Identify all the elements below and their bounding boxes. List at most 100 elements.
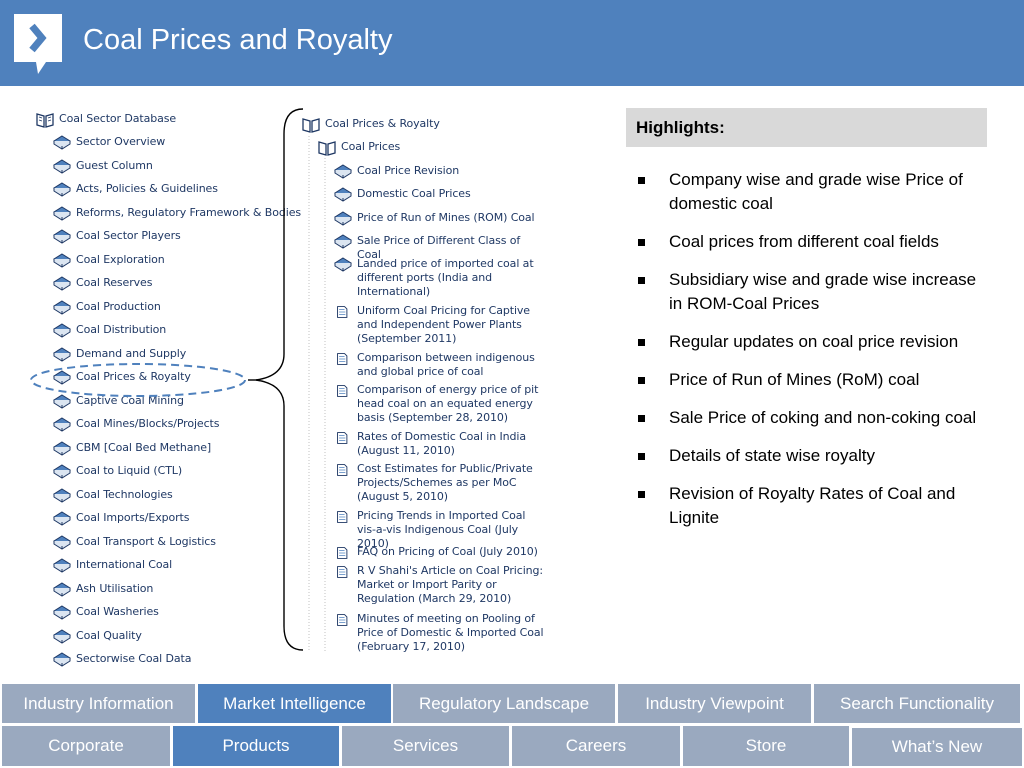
- right-tree-doc-label: Uniform Coal Pricing for Captive and Ind…: [357, 304, 530, 345]
- highlight-item: Revision of Royalty Rates of Coal and Li…: [636, 482, 986, 530]
- right-tree-coal-prices[interactable]: Coal Prices: [318, 140, 400, 160]
- tree-item-label: Coal Exploration: [76, 252, 165, 266]
- right-tree-doc-label: Comparison of energy price of pit head c…: [357, 383, 539, 424]
- right-tree-doc-label: Cost Estimates for Public/Private Projec…: [357, 462, 533, 503]
- book-icon: [53, 511, 71, 526]
- square-bullet-icon: [638, 239, 645, 246]
- right-tree-doc-9[interactable]: Minutes of meeting on Pooling of Price o…: [334, 612, 547, 654]
- tree-item-coal-reserves[interactable]: Coal Reserves: [53, 276, 152, 296]
- tree-item-label: Coal Washeries: [76, 605, 159, 618]
- tree-root-label: Coal Sector Database: [59, 112, 177, 125]
- tree-item-coal-washeries[interactable]: Coal Washeries: [53, 605, 159, 625]
- highlight-text: Company wise and grade wise Price of dom…: [669, 170, 963, 213]
- open-book-icon: [302, 118, 320, 133]
- highlight-item: Sale Price of coking and non-coking coal: [636, 406, 986, 430]
- nav-tab-careers[interactable]: Careers: [512, 726, 680, 766]
- tree-item-coal-quality[interactable]: Coal Quality: [53, 629, 142, 649]
- tree-item-label: Coal Reserves: [76, 276, 153, 289]
- open-book-icon: [36, 113, 54, 128]
- right-tree-item-label: Domestic Coal Prices: [357, 187, 471, 200]
- tree-item-ash-utilisation[interactable]: Ash Utilisation: [53, 582, 153, 602]
- book-icon: [53, 182, 71, 197]
- right-tree-item-coal-price-revision[interactable]: Coal Price Revision: [334, 164, 547, 180]
- tree-item-acts-policies-guidelines[interactable]: Acts, Policies & Guidelines: [53, 182, 218, 202]
- nav-tab-store[interactable]: Store: [683, 726, 849, 766]
- nav-tab-regulatory-landscape[interactable]: Regulatory Landscape: [393, 684, 615, 723]
- square-bullet-icon: [638, 277, 645, 284]
- right-tree-doc-7[interactable]: FAQ on Pricing of Coal (July 2010): [334, 545, 547, 561]
- book-icon: [334, 234, 352, 249]
- tree-item-coal-mines-blocks-projects[interactable]: Coal Mines/Blocks/Projects: [53, 417, 219, 437]
- square-bullet-icon: [638, 415, 645, 422]
- nav-tab-market-intelligence[interactable]: Market Intelligence: [198, 684, 391, 723]
- nav-tab-industry-viewpoint[interactable]: Industry Viewpoint: [618, 684, 811, 723]
- book-icon: [53, 229, 71, 244]
- book-icon: [53, 487, 71, 503]
- right-tree-doc-label: Comparison between indigenous and global…: [357, 351, 535, 378]
- book-icon: [53, 417, 71, 432]
- book-icon: [53, 581, 71, 597]
- right-tree-doc-label: FAQ on Pricing of Coal (July 2010): [357, 545, 538, 558]
- nav-tab-products[interactable]: Products: [173, 726, 339, 766]
- book-icon: [53, 276, 71, 291]
- book-icon: [53, 299, 71, 315]
- right-tree-doc-3[interactable]: Comparison of energy price of pit head c…: [334, 383, 547, 425]
- page-title: Coal Prices and Royalty: [83, 24, 393, 56]
- book-icon: [334, 164, 352, 179]
- book-icon: [53, 252, 71, 268]
- right-tree-item-price-of-run-of-mines-rom-coal[interactable]: Price of Run of Mines (ROM) Coal: [334, 211, 547, 227]
- highlight-text: Details of state wise royalty: [669, 446, 875, 465]
- tree-item-coal-production[interactable]: Coal Production: [53, 300, 161, 320]
- nav-tab-corporate[interactable]: Corporate: [2, 726, 170, 766]
- highlight-text: Price of Run of Mines (RoM) coal: [669, 370, 920, 389]
- right-tree-doc-label: R V Shahi's Article on Coal Pricing: Mar…: [357, 564, 544, 605]
- tree-item-guest-column[interactable]: Guest Column: [53, 159, 153, 179]
- right-tree-item-landed-price-of-imported-coal-at-different-ports-india-and-international[interactable]: Landed price of imported coal at differe…: [334, 257, 547, 299]
- tree-item-label: Coal Imports/Exports: [76, 511, 190, 524]
- tree-item-label: Ash Utilisation: [76, 581, 154, 595]
- nav-tab-search-functionality[interactable]: Search Functionality: [814, 684, 1020, 723]
- open-book-icon: [318, 141, 336, 156]
- tree-item-coal-distribution[interactable]: Coal Distribution: [53, 323, 166, 343]
- highlight-text: Revision of Royalty Rates of Coal and Li…: [669, 484, 956, 527]
- book-icon: [53, 558, 71, 573]
- tree-item-international-coal[interactable]: International Coal: [53, 558, 172, 578]
- tree-item-label: Coal Transport & Logistics: [76, 534, 216, 548]
- right-tree-item-domestic-coal-prices[interactable]: Domestic Coal Prices: [334, 187, 547, 203]
- right-tree-item-label: Coal Price Revision: [357, 164, 460, 177]
- tree-item-coal-imports-exports[interactable]: Coal Imports/Exports: [53, 511, 189, 531]
- book-icon: [53, 605, 71, 620]
- tree-item-cbm-coal-bed-methane[interactable]: CBM [Coal Bed Methane]: [53, 441, 211, 461]
- tree-item-sector-overview[interactable]: Sector Overview: [53, 135, 165, 155]
- tree-item-coal-technologies[interactable]: Coal Technologies: [53, 488, 173, 508]
- book-icon: [53, 534, 71, 550]
- nav-tab-what-s-new[interactable]: What’s New: [852, 728, 1022, 766]
- square-bullet-icon: [638, 491, 645, 498]
- document-icon: [337, 464, 348, 476]
- nav-tab-services[interactable]: Services: [342, 726, 509, 766]
- tree-item-coal-transport-logistics[interactable]: Coal Transport & Logistics: [53, 535, 216, 555]
- book-icon: [334, 211, 352, 226]
- tree-item-coal-sector-players[interactable]: Coal Sector Players: [53, 229, 181, 249]
- right-tree-doc-2[interactable]: Comparison between indigenous and global…: [334, 351, 547, 379]
- right-tree-root[interactable]: Coal Prices & Royalty: [302, 117, 440, 137]
- tree-item-sectorwise-coal-data[interactable]: Sectorwise Coal Data: [53, 652, 191, 672]
- tree-item-coal-to-liquid-ctl[interactable]: Coal to Liquid (CTL): [53, 464, 182, 484]
- right-tree-doc-4[interactable]: Rates of Domestic Coal in India (August …: [334, 430, 547, 458]
- nav-tab-industry-information[interactable]: Industry Information: [2, 684, 195, 723]
- highlight-text: Subsidiary wise and grade wise increase …: [669, 270, 977, 313]
- document-icon: [337, 566, 348, 578]
- tree-item-label: Coal Technologies: [76, 487, 173, 501]
- book-icon: [53, 652, 71, 667]
- tree-item-label: Coal Mines/Blocks/Projects: [76, 417, 220, 430]
- document-icon: [337, 385, 348, 397]
- tree-item-coal-exploration[interactable]: Coal Exploration: [53, 253, 165, 273]
- highlight-item: Regular updates on coal price revision: [636, 330, 986, 354]
- right-tree-doc-5[interactable]: Cost Estimates for Public/Private Projec…: [334, 462, 547, 504]
- right-tree-doc-8[interactable]: R V Shahi's Article on Coal Pricing: Mar…: [334, 564, 547, 606]
- tree-root-coal-sector-database[interactable]: Coal Sector Database: [36, 112, 176, 132]
- right-tree-doc-label: Rates of Domestic Coal in India (August …: [357, 430, 527, 457]
- book-icon: [334, 187, 352, 202]
- selection-ellipse: [30, 363, 246, 397]
- right-tree-doc-1[interactable]: Uniform Coal Pricing for Captive and Ind…: [334, 304, 547, 346]
